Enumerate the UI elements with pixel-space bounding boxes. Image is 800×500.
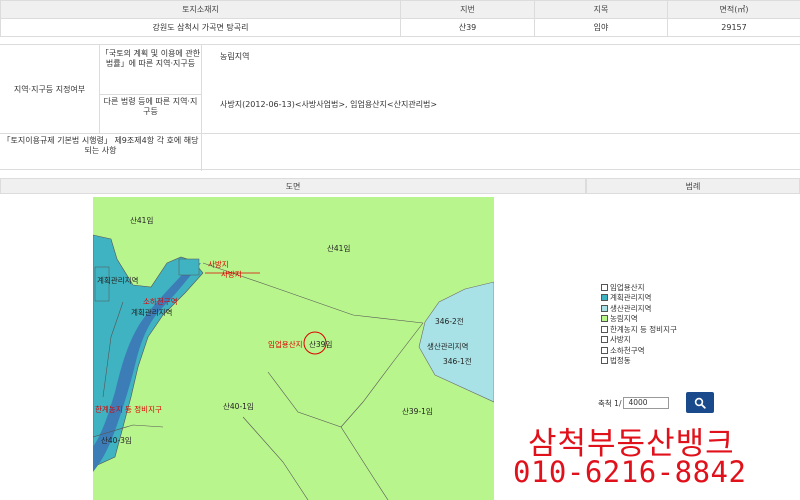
land-category-value: 임야	[534, 18, 668, 37]
legend-section-header: 범례	[586, 178, 800, 194]
label-small-stream: 소하천구역	[143, 296, 178, 306]
legend-swatch-icon	[601, 346, 608, 354]
legend-label: 법정동	[610, 356, 631, 366]
label-san41-a: 산41임	[130, 215, 153, 225]
legend-label: 생산관리지역	[610, 303, 652, 313]
header-land-category: 지목	[534, 0, 668, 19]
legend-item: 소하천구역	[601, 345, 677, 356]
land-info-row: 강원도 삼척시 가곡면 탕곡리 산39 임야 29157	[0, 18, 800, 37]
legend-label: 사방지	[610, 335, 631, 345]
scale-search-button[interactable]	[686, 392, 714, 413]
other-law-value: 사방지(2012-06-13)<사방사업법>, 임업용산지<산지관리법>	[220, 100, 438, 109]
header-lot-number: 지번	[400, 0, 535, 19]
land-info-table: 토지소재지 지번 지목 면적(㎡) 강원도 삼척시 가곡면 탕곡리 산39 임야…	[0, 0, 800, 37]
legend-item: 사방지	[601, 335, 677, 346]
zoning-label: 지역·지구등 지정여부	[0, 45, 100, 133]
land-info-header: 토지소재지 지번 지목 면적(㎡)	[0, 0, 800, 19]
legend-label: 임업용산지	[610, 282, 645, 292]
legend-swatch-icon	[601, 315, 608, 323]
land-use-map[interactable]: 산41임 산41임 산39임 산40-1임 산39-1임 산40-3임 346-…	[93, 197, 494, 500]
legend-label: 소하천구역	[610, 345, 645, 355]
decree-label: 「토지이용규제 기본법 시행령」 제9조제4항 각 호에 해당되는 사항	[0, 134, 202, 171]
label-planned-zone-2: 계획관리지역	[131, 307, 172, 317]
search-icon	[694, 397, 706, 409]
label-forestry-use: 임업용산지	[268, 339, 303, 349]
national-law-label: 「국토의 계획 및 이용에 관한 법률」에 따른 지역·지구등	[100, 45, 202, 95]
header-area: 면적(㎡)	[667, 0, 800, 19]
label-san40-3: 산40-3임	[101, 435, 132, 445]
label-erosion-2: 사방지	[221, 269, 242, 279]
label-san39: 산39임	[309, 339, 332, 349]
label-limit-farm: 한계농지 등 정비지구	[95, 404, 162, 414]
legend-item: 법정동	[601, 356, 677, 367]
legend-swatch-icon	[601, 304, 608, 312]
other-law-label: 다른 법령 등에 따른 지역·지구등	[100, 95, 202, 133]
legend-item: 계획관리지역	[601, 293, 677, 304]
scale-label: 축척 1/	[598, 398, 622, 408]
legend-label: 한계농지 등 정비지구	[610, 324, 677, 334]
national-law-value: 농림지역	[220, 52, 250, 61]
label-erosion-1: 사방지	[208, 259, 229, 269]
map-legend: 임업용산지 계획관리지역 생산관리지역 농림지역 한계농지 등 정비지구 사방지…	[601, 282, 677, 366]
legend-item: 임업용산지	[601, 282, 677, 293]
location-value: 강원도 삼척시 가곡면 탕곡리	[0, 18, 401, 37]
legend-item: 농림지역	[601, 314, 677, 325]
legend-swatch-icon	[601, 357, 608, 365]
legend-item: 한계농지 등 정비지구	[601, 324, 677, 335]
header-location: 토지소재지	[0, 0, 401, 19]
label-346-1: 346-1전	[443, 356, 472, 366]
legend-label: 농림지역	[610, 314, 638, 324]
area-value: 29157	[667, 18, 800, 37]
label-san41-b: 산41임	[327, 243, 350, 253]
legend-label: 계획관리지역	[610, 293, 652, 303]
scale-control: 축척 1/ 4000	[598, 397, 670, 409]
scale-input[interactable]: 4000	[623, 397, 670, 409]
label-planned-zone: 계획관리지역	[97, 275, 138, 285]
label-san39-1: 산39-1임	[402, 406, 433, 416]
legend-swatch-icon	[601, 294, 608, 302]
legend-swatch-icon	[601, 336, 608, 344]
legend-swatch-icon	[601, 325, 608, 333]
zoning-section: 지역·지구등 지정여부 「국토의 계획 및 이용에 관한 법률」에 따른 지역·…	[0, 44, 800, 171]
label-san40-1: 산40-1임	[223, 401, 254, 411]
map-section-header: 도면	[0, 178, 586, 194]
legend-swatch-icon	[601, 283, 608, 291]
legend-item: 생산관리지역	[601, 303, 677, 314]
advert-phone: 010-6216-8842	[513, 455, 747, 489]
label-production-zone: 생산관리지역	[427, 341, 468, 351]
small-parcel-shape-2	[178, 258, 200, 276]
lot-number-value: 산39	[400, 18, 535, 37]
label-346-2: 346-2전	[435, 316, 464, 326]
